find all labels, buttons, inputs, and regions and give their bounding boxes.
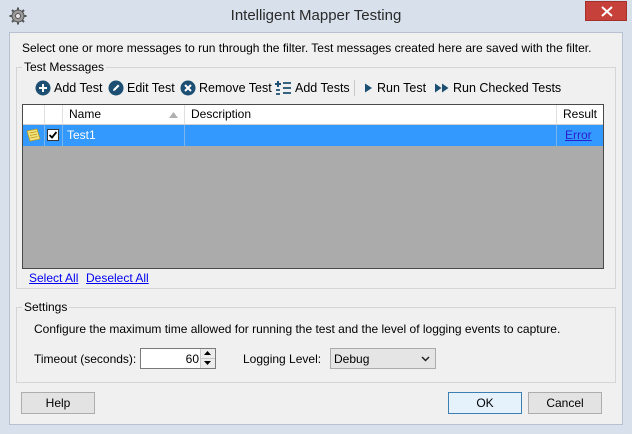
instructions-text: Select one or more messages to run throu… [22, 41, 592, 55]
timeout-decrement-button[interactable] [201, 359, 215, 368]
test-messages-grid[interactable]: Name Description Result Test1 Error [22, 104, 604, 269]
settings-description: Configure the maximum time allowed for r… [34, 322, 561, 336]
row-description [185, 125, 557, 146]
row-result-cell: Error [557, 125, 603, 146]
close-icon [601, 6, 613, 17]
timeout-spin-buttons [200, 349, 215, 368]
select-all-link[interactable]: Select All [29, 271, 78, 285]
arrow-down-icon [204, 361, 211, 365]
title-bar[interactable]: Intelligent Mapper Testing [0, 0, 632, 32]
ok-button[interactable]: OK [448, 392, 522, 414]
add-list-icon [275, 81, 291, 95]
timeout-label: Timeout (seconds): [34, 352, 137, 366]
settings-group [16, 307, 616, 383]
run-test-label: Run Test [377, 81, 427, 95]
plus-circle-icon [35, 80, 51, 96]
header-check-column [45, 105, 63, 124]
remove-test-button[interactable]: Remove Test [180, 78, 272, 98]
logging-level-select[interactable]: Debug [330, 348, 436, 369]
logging-level-label: Logging Level: [243, 352, 322, 366]
deselect-all-link[interactable]: Deselect All [86, 271, 149, 285]
settings-legend: Settings [22, 300, 70, 314]
header-icon-column [23, 105, 45, 124]
test-messages-legend: Test Messages [22, 60, 107, 74]
sort-ascending-icon [169, 112, 178, 118]
row-result-link[interactable]: Error [565, 128, 592, 142]
row-name: Test1 [63, 125, 185, 146]
help-button[interactable]: Help [21, 392, 95, 414]
edit-test-label: Edit Test [127, 81, 175, 95]
header-result[interactable]: Result [557, 105, 603, 124]
run-checked-tests-button[interactable]: Run Checked Tests [434, 78, 561, 98]
run-test-button[interactable]: Run Test [362, 78, 426, 98]
add-test-label: Add Test [54, 81, 103, 95]
note-icon [26, 128, 41, 142]
add-test-button[interactable]: Add Test [35, 78, 102, 98]
timeout-increment-button[interactable] [201, 349, 215, 359]
fast-forward-icon [435, 83, 449, 93]
header-result-label: Result [563, 107, 598, 121]
add-tests-label: Add Tests [295, 81, 350, 95]
checkmark-icon [48, 131, 58, 139]
run-checked-tests-label: Run Checked Tests [453, 81, 562, 95]
header-name[interactable]: Name [63, 105, 185, 124]
timeout-stepper[interactable]: 60 [140, 348, 216, 369]
header-description-label: Description [191, 107, 252, 121]
play-icon [365, 83, 372, 93]
edit-test-button[interactable]: Edit Test [108, 78, 175, 98]
chevron-down-icon [421, 356, 430, 362]
toolbar-separator [354, 80, 355, 96]
table-row[interactable]: Test1 Error [23, 125, 603, 146]
logging-level-value: Debug [334, 352, 370, 366]
timeout-value: 60 [185, 352, 199, 366]
add-tests-button[interactable]: Add Tests [275, 78, 350, 98]
dialog-window: Intelligent Mapper Testing Select one or… [0, 0, 632, 434]
row-checkbox[interactable] [47, 129, 59, 141]
row-icon-cell [23, 125, 45, 146]
header-name-label: Name [69, 107, 102, 121]
remove-circle-icon [180, 80, 196, 96]
dialog-client-area: Select one or more messages to run throu… [9, 32, 623, 425]
window-title: Intelligent Mapper Testing [230, 7, 402, 24]
cancel-button[interactable]: Cancel [528, 392, 602, 414]
close-button[interactable] [585, 1, 627, 21]
remove-test-label: Remove Test [199, 81, 272, 95]
row-checkbox-cell [45, 125, 63, 146]
pencil-icon [108, 80, 124, 96]
grid-header: Name Description Result [23, 105, 603, 125]
header-description[interactable]: Description [185, 105, 557, 124]
arrow-up-icon [204, 351, 211, 355]
